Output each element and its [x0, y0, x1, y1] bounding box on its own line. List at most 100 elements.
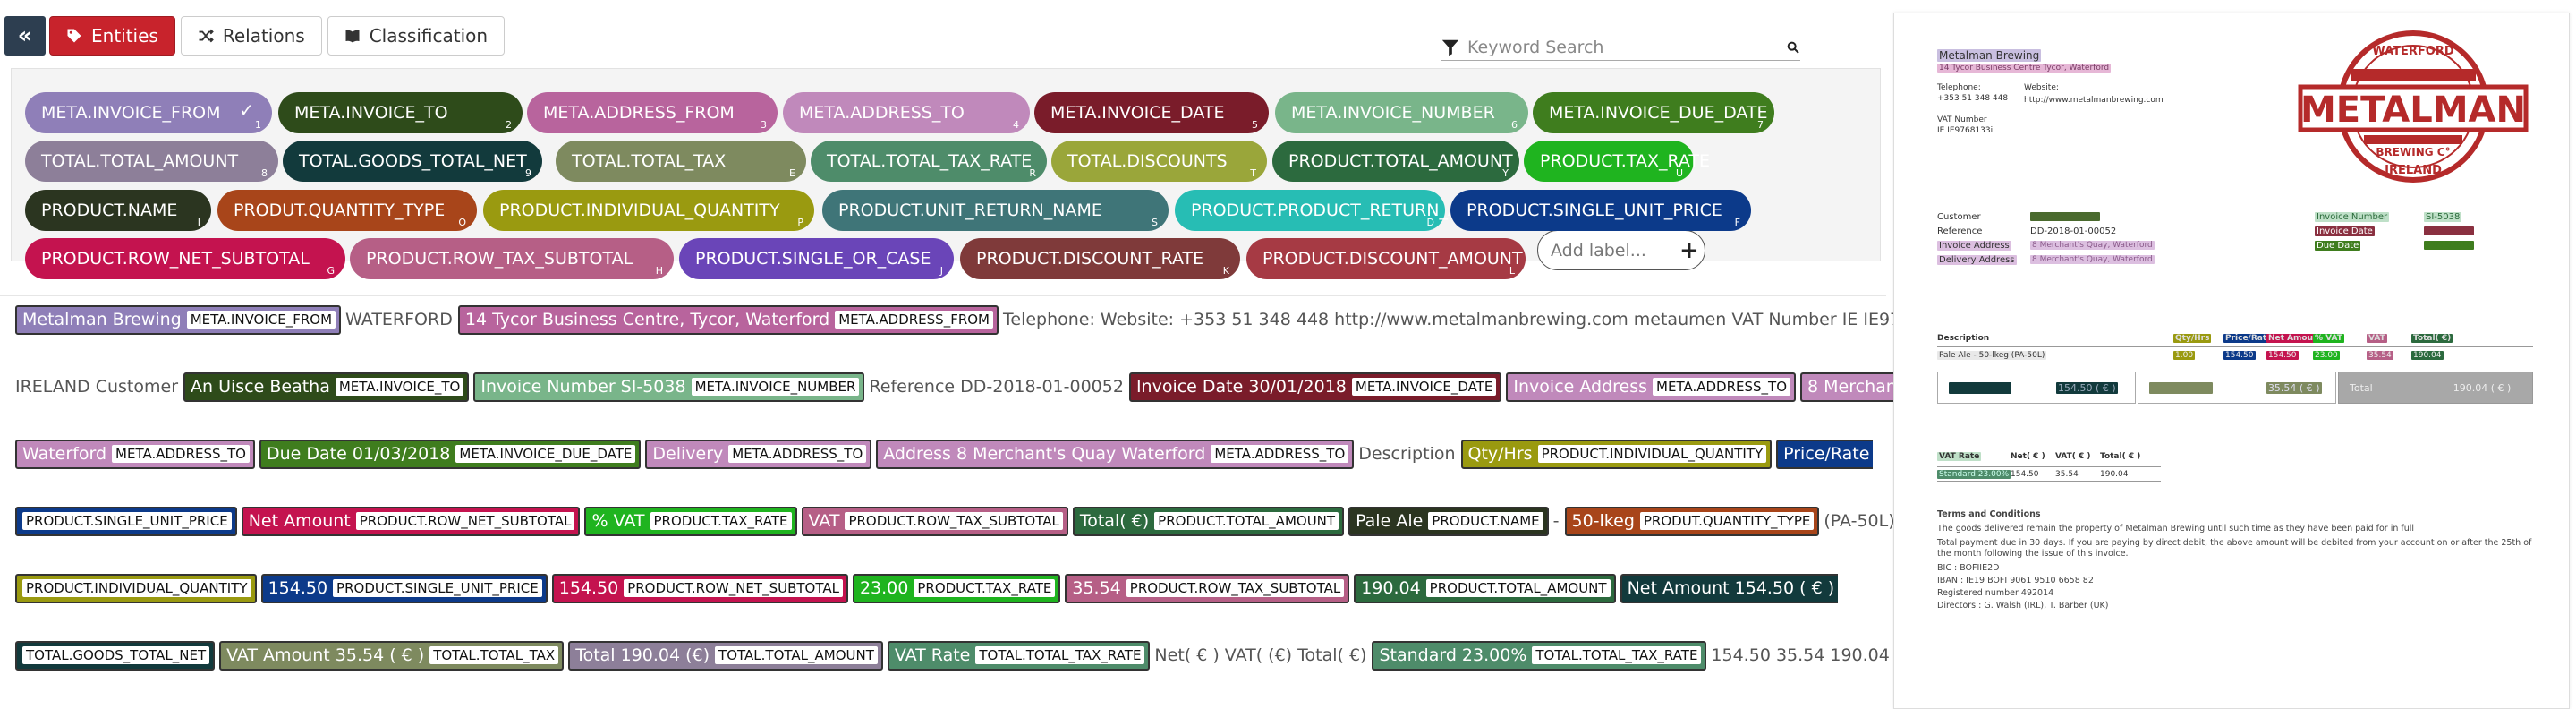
annotation-span[interactable]: Total 190.04 (€) TOTAL.TOTAL_AMOUNT [568, 640, 883, 671]
tab-entities[interactable]: Entities [49, 16, 175, 56]
label-pill[interactable]: PRODUCT.SINGLE_OR_CASE J [679, 238, 954, 279]
annotation-tag[interactable]: TOTAL.TOTAL_TAX_RATE [975, 646, 1145, 664]
search-icon[interactable] [1786, 40, 1800, 55]
annotation-span[interactable]: Standard 23.00% TOTAL.TOTAL_TAX_RATE [1372, 640, 1707, 671]
annotation-tag[interactable]: META.INVOICE_TO [335, 378, 464, 396]
label-pill[interactable]: PRODUCT.TOTAL_AMOUNT Y [1272, 141, 1519, 182]
annotation-span[interactable]: PRODUCT.INDIVIDUAL_QUANTITY [15, 573, 257, 603]
label-pill[interactable]: META.INVOICE_DUE_DATE 7 [1533, 92, 1774, 133]
double-chevron-left-icon[interactable]: « [4, 16, 46, 56]
label-pill[interactable]: PRODUCT.PRODUCT_RETURN_AMOUNT D [1175, 190, 1523, 231]
label-pill[interactable]: TOTAL.GOODS_TOTAL_NET 9 [283, 141, 542, 182]
annotation-span[interactable]: TOTAL.GOODS_TOTAL_NET [15, 640, 216, 671]
annotation-span[interactable]: 190.04 PRODUCT.TOTAL_AMOUNT [1354, 573, 1616, 603]
label-pill[interactable]: TOTAL.TOTAL_AMOUNT 8 [25, 141, 278, 182]
annotation-span[interactable]: 14 Tycor Business Centre, Tycor, Waterfo… [457, 304, 999, 335]
annotation-tag[interactable]: PRODUCT.INDIVIDUAL_QUANTITY [22, 579, 251, 597]
annotation-span[interactable]: 154.50 PRODUCT.SINGLE_UNIT_PRICE [260, 573, 548, 603]
annotation-span[interactable]: Price/Rate [1776, 439, 1874, 469]
annotation-tag[interactable]: PRODUCT.TOTAL_AMOUNT [1425, 579, 1611, 597]
annotation-tag[interactable]: META.ADDRESS_TO [728, 445, 867, 463]
annotation-tag[interactable]: PRODUCT.SINGLE_UNIT_PRICE [333, 579, 542, 597]
annotation-tag[interactable]: META.INVOICE_FROM [186, 311, 336, 329]
plain-text[interactable]: Reference DD-2018-01-00052 [869, 377, 1124, 397]
annotation-span[interactable]: 35.54 PRODUCT.ROW_TAX_SUBTOTAL [1065, 573, 1350, 603]
label-pill[interactable]: PRODUCT.DISCOUNT_AMOUNT L [1246, 238, 1526, 279]
label-pill[interactable]: PRODUCT.ROW_NET_SUBTOTAL G [25, 238, 345, 279]
annotation-tag[interactable]: PRODUCT.TOTAL_AMOUNT [1154, 512, 1339, 530]
annotation-span[interactable]: Address 8 Merchant's Quay Waterford META.… [876, 439, 1355, 469]
label-pill[interactable]: META.ADDRESS_FROM 3 [527, 92, 778, 133]
annotation-span[interactable]: VAT Amount 35.54 ( € ) TOTAL.TOTAL_TAX [219, 640, 565, 671]
annotation-tag[interactable]: TOTAL.TOTAL_TAX [429, 646, 559, 664]
label-pill[interactable]: META.ADDRESS_TO 4 [783, 92, 1030, 133]
annotation-span[interactable]: 50-lkeg PRODUT.QUANTITY_TYPE [1564, 506, 1820, 536]
annotation-span[interactable]: Delivery META.ADDRESS_TO [645, 439, 872, 469]
annotation-span[interactable]: % VAT PRODUCT.TAX_RATE [584, 506, 797, 536]
label-pill[interactable]: PRODUCT.SINGLE_UNIT_PRICE F [1450, 190, 1751, 231]
add-label-input[interactable] [1551, 240, 1676, 261]
annotation-tag[interactable]: PRODUCT.NAME [1428, 512, 1543, 530]
annotation-tag[interactable]: META.ADDRESS_TO [1653, 378, 1791, 396]
search-input[interactable] [1467, 37, 1786, 57]
annotation-span[interactable]: Metalman Brewing META.INVOICE_FROM [15, 304, 342, 335]
label-pill[interactable]: TOTAL.TOTAL_TAX E [556, 141, 806, 182]
label-pill[interactable]: PRODUCT.NAME I [25, 190, 211, 231]
annotation-tag[interactable]: TOTAL.GOODS_TOTAL_NET [22, 646, 210, 664]
annotation-span[interactable]: PRODUCT.SINGLE_UNIT_PRICE [15, 506, 237, 536]
annotation-tag[interactable]: META.INVOICE_DATE [1351, 378, 1497, 396]
label-pill[interactable]: META.INVOICE_FROM ✓ 1 [25, 92, 272, 133]
annotation-tag[interactable]: META.ADDRESS_TO [1211, 445, 1349, 463]
annotation-span[interactable]: Total( €) PRODUCT.TOTAL_AMOUNT [1072, 506, 1345, 536]
annotation-span[interactable]: 154.50 PRODUCT.ROW_NET_SUBTOTAL [551, 573, 848, 603]
filter-icon[interactable] [1441, 38, 1460, 57]
label-pill[interactable]: PRODUCT.ROW_TAX_SUBTOTAL H [350, 238, 674, 279]
annotation-span[interactable]: VAT PRODUCT.ROW_TAX_SUBTOTAL [801, 506, 1068, 536]
annotation-span[interactable]: Due Date 01/03/2018 META.INVOICE_DUE_DATE [259, 439, 642, 469]
annotation-tag[interactable]: META.INVOICE_DUE_DATE [455, 445, 636, 463]
label-pill[interactable]: PRODUCT.DISCOUNT_RATE K [960, 238, 1240, 279]
annotation-span[interactable]: Net Amount PRODUCT.ROW_NET_SUBTOTAL [241, 506, 581, 536]
plain-text[interactable]: Description [1358, 444, 1455, 464]
plain-text[interactable]: IRELAND Customer [15, 377, 178, 397]
annotation-tag[interactable]: PRODUCT.INDIVIDUAL_QUANTITY [1537, 445, 1767, 463]
label-pill[interactable]: META.INVOICE_NUMBER 6 [1275, 92, 1528, 133]
annotation-span[interactable]: Pale Ale PRODUCT.NAME [1348, 506, 1549, 536]
plain-text[interactable]: WATERFORD [345, 310, 453, 329]
label-pill[interactable]: META.INVOICE_DATE 5 [1034, 92, 1269, 133]
annotation-span[interactable]: Invoice Address META.ADDRESS_TO [1506, 372, 1797, 402]
annotation-span[interactable]: Waterford META.ADDRESS_TO [15, 439, 255, 469]
label-pill[interactable]: PRODUCT.TAX_RATE U [1524, 141, 1710, 182]
annotation-span[interactable]: VAT Rate TOTAL.TOTAL_TAX_RATE [887, 640, 1151, 671]
label-pill[interactable]: PRODUT.QUANTITY_TYPE O [217, 190, 477, 231]
annotation-span[interactable]: Invoice Date 30/01/2018 META.INVOICE_DATE [1128, 372, 1502, 402]
label-pill[interactable]: TOTAL.TOTAL_TAX_RATE R [811, 141, 1047, 182]
annotation-span[interactable]: Qty/Hrs PRODUCT.INDIVIDUAL_QUANTITY [1460, 439, 1773, 469]
annotation-tag[interactable]: PRODUCT.TAX_RATE [914, 579, 1056, 597]
add-label-button[interactable]: + [1679, 237, 1699, 264]
annotation-tag[interactable]: META.ADDRESS_FROM [835, 311, 993, 329]
label-pill[interactable]: PRODUCT.UNIT_RETURN_NAME S [822, 190, 1169, 231]
label-pill[interactable]: TOTAL.DISCOUNTS T [1051, 141, 1267, 182]
annotation-tag[interactable]: TOTAL.TOTAL_AMOUNT [715, 646, 878, 664]
annotation-tag[interactable]: META.ADDRESS_TO [112, 445, 250, 463]
annotation-tag[interactable]: META.INVOICE_NUMBER [691, 378, 860, 396]
annotation-tag[interactable]: PRODUT.QUANTITY_TYPE [1639, 512, 1815, 530]
plain-text[interactable]: - [1553, 511, 1560, 531]
annotation-span[interactable]: An Uisce Beatha META.INVOICE_TO [183, 372, 470, 402]
annotation-tag[interactable]: PRODUCT.ROW_NET_SUBTOTAL [355, 512, 575, 530]
annotation-span[interactable]: 23.00 PRODUCT.TAX_RATE [852, 573, 1061, 603]
plain-text[interactable]: Net( € ) VAT( (€) Total( €) [1154, 645, 1366, 665]
annotation-tag[interactable]: PRODUCT.SINGLE_UNIT_PRICE [22, 512, 232, 530]
annotation-span[interactable]: Net Amount 154.50 ( € ) [1620, 573, 1839, 603]
annotation-span[interactable]: Invoice Number SI-5038 META.INVOICE_NUMBE… [473, 372, 865, 402]
label-pill[interactable]: META.INVOICE_TO 2 [278, 92, 523, 133]
annotation-tag[interactable]: PRODUCT.ROW_TAX_SUBTOTAL [845, 512, 1063, 530]
tab-classification[interactable]: Classification [327, 16, 506, 56]
annotation-tag[interactable]: PRODUCT.ROW_NET_SUBTOTAL [624, 579, 843, 597]
annotation-tag[interactable]: TOTAL.TOTAL_TAX_RATE [1532, 646, 1702, 664]
plain-text[interactable]: (PA-50L) [1824, 511, 1894, 531]
annotation-tag[interactable]: PRODUCT.TAX_RATE [650, 512, 792, 530]
annotation-tag[interactable]: PRODUCT.ROW_TAX_SUBTOTAL [1126, 579, 1345, 597]
tab-relations[interactable]: Relations [180, 16, 322, 56]
